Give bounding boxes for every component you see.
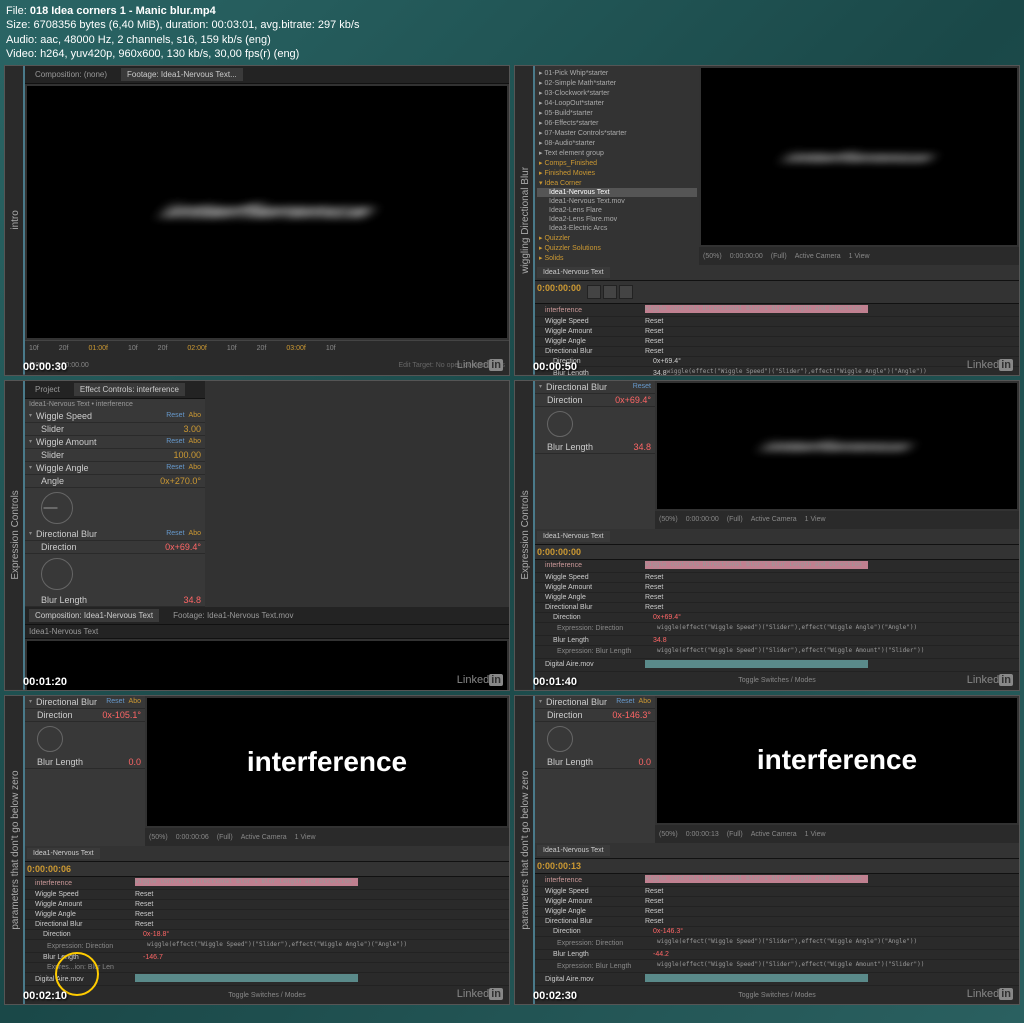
expr-bar: wiggle controls Directional Blur's Blur …	[645, 305, 868, 313]
sidebar-label: Expression Controls	[515, 381, 535, 690]
effect-controls-panel[interactable]: ▾Directional BlurResetAbo Direction0x-10…	[25, 696, 145, 847]
file-name: 018 Idea corners 1 - Manic blur.mp4	[30, 5, 216, 17]
sidebar-label: parameters that don't go below zero	[515, 696, 535, 1005]
linkedin-badge: Linkedin	[457, 674, 503, 686]
project-panel[interactable]: ▸ 01-Pick Whip*starter▸ 02-Simple Math*s…	[535, 66, 699, 265]
sidebar-label: intro	[5, 66, 25, 375]
preview-viewer: interference	[701, 68, 1017, 245]
frame-2: wiggling Directional Blur ▸ 01-Pick Whip…	[514, 65, 1020, 376]
timestamp: 00:02:10	[23, 990, 67, 1002]
sidebar-label: Expression Controls	[5, 381, 25, 690]
effect-controls-panel[interactable]: ▾Directional BlurResetAbo Direction0x-14…	[535, 696, 655, 844]
time-ruler[interactable]: 10f20f01:00f10f20f02:00f10f20f03:00f10f	[25, 340, 509, 357]
timestamp: 00:00:30	[23, 361, 67, 373]
tab-composition[interactable]: Composition: (none)	[29, 68, 113, 81]
timeline-panel[interactable]: Idea1-Nervous Text 0:00:00:00 interferen…	[535, 265, 1019, 376]
sidebar-label: parameters that don't go below zero	[5, 696, 25, 1005]
preview-viewer: interference	[657, 383, 1017, 509]
sidebar-label: wiggling Directional Blur	[515, 66, 535, 375]
audio-value: aac, 48000 Hz, 2 channels, s16, 159 kb/s…	[40, 34, 271, 46]
linkedin-badge: Linkedin	[457, 988, 503, 1000]
timeline-panel[interactable]: Idea1-Nervous Text 0:00:00:13 interferen…	[535, 843, 1019, 1004]
thumbnail-grid: intro Composition: (none) Footage: Idea1…	[0, 65, 1024, 1005]
frame-6: parameters that don't go below zero ▾Dir…	[514, 695, 1020, 1006]
effect-controls-panel[interactable]: ProjectEffect Controls: interference Ide…	[25, 381, 205, 607]
frame-3: Expression Controls ProjectEffect Contro…	[4, 380, 510, 691]
timestamp: 00:02:30	[533, 990, 577, 1002]
interference-text: interference	[757, 744, 917, 776]
effect-controls-panel[interactable]: ▾Directional BlurReset Direction0x+69.4°…	[535, 381, 655, 529]
linkedin-badge: Linkedin	[967, 988, 1013, 1000]
interference-text: interference	[247, 746, 407, 778]
frame-1: intro Composition: (none) Footage: Idea1…	[4, 65, 510, 376]
angle-dial[interactable]	[41, 492, 73, 524]
viewer-status: (50%)0:00:00:00(Full)Active Camera1 View	[699, 247, 1019, 265]
linkedin-badge: Linkedin	[967, 359, 1013, 371]
linkedin-badge: Linkedin	[457, 359, 503, 371]
frame-4: Expression Controls ▾Directional BlurRes…	[514, 380, 1020, 691]
video-label: Video:	[6, 48, 37, 60]
linkedin-badge: Linkedin	[967, 674, 1013, 686]
blurred-text: interference	[160, 201, 374, 224]
preview-viewer: interference	[27, 86, 507, 338]
selected-comp: Idea1-Nervous Text	[537, 188, 697, 197]
timeline-panel[interactable]: Idea1-Nervous Text 0:00:00:06 interferen…	[25, 846, 509, 1004]
size-value: 6708356 bytes (6,40 MiB), duration: 00:0…	[34, 19, 360, 31]
angle-dial[interactable]	[37, 726, 63, 752]
audio-label: Audio:	[6, 34, 37, 46]
preview-viewer: interference	[147, 698, 507, 827]
timeline-panel[interactable]: Idea1-Nervous Text 0:00:00:00 interferen…	[535, 529, 1019, 690]
preview-viewer: interference	[27, 641, 507, 691]
timestamp: 00:01:40	[533, 676, 577, 688]
video-value: h264, yuv420p, 960x600, 130 kb/s, 30,00 …	[40, 48, 299, 60]
file-label: File:	[6, 5, 27, 17]
composition-tabs: Composition: (none) Footage: Idea1-Nervo…	[25, 66, 509, 84]
timestamp: 00:00:50	[533, 361, 577, 373]
angle-dial[interactable]	[547, 726, 573, 752]
preview-viewer: interference	[657, 698, 1017, 824]
timestamp: 00:01:20	[23, 676, 67, 688]
status-bar: (50%)0:00:00.00Edit Target: No open comp…	[25, 357, 509, 375]
size-label: Size:	[6, 19, 30, 31]
tab-footage[interactable]: Footage: Idea1-Nervous Text...	[121, 68, 243, 81]
frame-5: parameters that don't go below zero ▾Dir…	[4, 695, 510, 1006]
angle-dial[interactable]	[41, 558, 73, 590]
file-metadata: File: 018 Idea corners 1 - Manic blur.mp…	[0, 0, 1024, 65]
angle-dial[interactable]	[547, 411, 573, 437]
